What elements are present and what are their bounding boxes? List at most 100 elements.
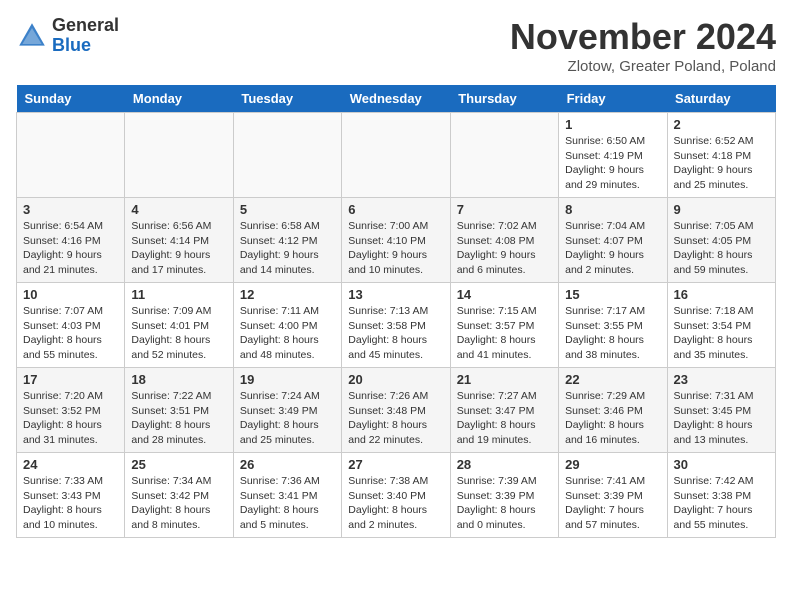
day-info: Sunrise: 7:07 AM Sunset: 4:03 PM Dayligh…: [23, 304, 118, 363]
day-info: Sunrise: 7:24 AM Sunset: 3:49 PM Dayligh…: [240, 389, 335, 448]
calendar-cell: 30 Sunrise: 7:42 AM Sunset: 3:38 PM Dayli…: [667, 453, 775, 538]
column-header-saturday: Saturday: [667, 85, 775, 113]
day-number: 18: [131, 372, 226, 387]
day-info: Sunrise: 6:50 AM Sunset: 4:19 PM Dayligh…: [565, 134, 660, 193]
day-info: Sunrise: 7:00 AM Sunset: 4:10 PM Dayligh…: [348, 219, 443, 278]
day-number: 9: [674, 202, 769, 217]
day-info: Sunrise: 7:29 AM Sunset: 3:46 PM Dayligh…: [565, 389, 660, 448]
column-header-wednesday: Wednesday: [342, 85, 450, 113]
day-info: Sunrise: 7:15 AM Sunset: 3:57 PM Dayligh…: [457, 304, 552, 363]
calendar-cell: 5 Sunrise: 6:58 AM Sunset: 4:12 PM Daylig…: [233, 198, 341, 283]
day-info: Sunrise: 7:04 AM Sunset: 4:07 PM Dayligh…: [565, 219, 660, 278]
day-info: Sunrise: 7:31 AM Sunset: 3:45 PM Dayligh…: [674, 389, 769, 448]
day-number: 29: [565, 457, 660, 472]
calendar-cell: [450, 113, 558, 198]
month-title: November 2024: [510, 16, 776, 58]
calendar-cell: [125, 113, 233, 198]
day-number: 5: [240, 202, 335, 217]
calendar-cell: 18 Sunrise: 7:22 AM Sunset: 3:51 PM Dayli…: [125, 368, 233, 453]
calendar-week-row: 10 Sunrise: 7:07 AM Sunset: 4:03 PM Dayli…: [17, 283, 776, 368]
day-number: 17: [23, 372, 118, 387]
day-info: Sunrise: 7:42 AM Sunset: 3:38 PM Dayligh…: [674, 474, 769, 533]
day-info: Sunrise: 7:11 AM Sunset: 4:00 PM Dayligh…: [240, 304, 335, 363]
calendar-cell: 6 Sunrise: 7:00 AM Sunset: 4:10 PM Daylig…: [342, 198, 450, 283]
day-number: 3: [23, 202, 118, 217]
logo-general-text: General: [52, 16, 119, 36]
day-number: 23: [674, 372, 769, 387]
day-info: Sunrise: 7:38 AM Sunset: 3:40 PM Dayligh…: [348, 474, 443, 533]
column-header-friday: Friday: [559, 85, 667, 113]
day-number: 10: [23, 287, 118, 302]
day-info: Sunrise: 7:13 AM Sunset: 3:58 PM Dayligh…: [348, 304, 443, 363]
day-info: Sunrise: 6:58 AM Sunset: 4:12 PM Dayligh…: [240, 219, 335, 278]
day-number: 22: [565, 372, 660, 387]
day-number: 11: [131, 287, 226, 302]
day-info: Sunrise: 7:33 AM Sunset: 3:43 PM Dayligh…: [23, 474, 118, 533]
day-number: 28: [457, 457, 552, 472]
calendar-cell: 16Sunrise: 7:18 AM Sunset: 3:54 PM Dayli…: [667, 283, 775, 368]
calendar-cell: 9 Sunrise: 7:05 AM Sunset: 4:05 PM Daylig…: [667, 198, 775, 283]
day-info: Sunrise: 7:05 AM Sunset: 4:05 PM Dayligh…: [674, 219, 769, 278]
calendar-cell: 29Sunrise: 7:41 AM Sunset: 3:39 PM Dayli…: [559, 453, 667, 538]
day-number: 24: [23, 457, 118, 472]
calendar-cell: 20 Sunrise: 7:26 AM Sunset: 3:48 PM Dayli…: [342, 368, 450, 453]
header: General Blue November 2024 Zlotow, Great…: [16, 16, 776, 75]
calendar-cell: 12 Sunrise: 7:11 AM Sunset: 4:00 PM Dayli…: [233, 283, 341, 368]
day-number: 14: [457, 287, 552, 302]
calendar-cell: 24 Sunrise: 7:33 AM Sunset: 3:43 PM Dayli…: [17, 453, 125, 538]
calendar-cell: 3 Sunrise: 6:54 AM Sunset: 4:16 PM Daylig…: [17, 198, 125, 283]
day-number: 16: [674, 287, 769, 302]
calendar-cell: 2Sunrise: 6:52 AM Sunset: 4:18 PM Daylig…: [667, 113, 775, 198]
day-info: Sunrise: 6:54 AM Sunset: 4:16 PM Dayligh…: [23, 219, 118, 278]
calendar-table: SundayMondayTuesdayWednesdayThursdayFrid…: [16, 85, 776, 538]
calendar-cell: 22 Sunrise: 7:29 AM Sunset: 3:46 PM Dayli…: [559, 368, 667, 453]
day-info: Sunrise: 7:39 AM Sunset: 3:39 PM Dayligh…: [457, 474, 552, 533]
logo-blue-text: Blue: [52, 36, 119, 56]
day-number: 2: [674, 117, 769, 132]
calendar-cell: 25Sunrise: 7:34 AM Sunset: 3:42 PM Dayli…: [125, 453, 233, 538]
calendar-cell: 11 Sunrise: 7:09 AM Sunset: 4:01 PM Dayli…: [125, 283, 233, 368]
day-number: 6: [348, 202, 443, 217]
calendar-cell: [342, 113, 450, 198]
calendar-cell: 28 Sunrise: 7:39 AM Sunset: 3:39 PM Dayli…: [450, 453, 558, 538]
day-number: 8: [565, 202, 660, 217]
day-info: Sunrise: 7:22 AM Sunset: 3:51 PM Dayligh…: [131, 389, 226, 448]
calendar-cell: [233, 113, 341, 198]
subtitle: Zlotow, Greater Poland, Poland: [510, 58, 776, 75]
day-info: Sunrise: 7:02 AM Sunset: 4:08 PM Dayligh…: [457, 219, 552, 278]
title-area: November 2024 Zlotow, Greater Poland, Po…: [510, 16, 776, 75]
calendar-cell: [17, 113, 125, 198]
calendar-cell: 4Sunrise: 6:56 AM Sunset: 4:14 PM Daylig…: [125, 198, 233, 283]
day-info: Sunrise: 6:56 AM Sunset: 4:14 PM Dayligh…: [131, 219, 226, 278]
calendar-header-row: SundayMondayTuesdayWednesdayThursdayFrid…: [17, 85, 776, 113]
calendar-cell: 8 Sunrise: 7:04 AM Sunset: 4:07 PM Daylig…: [559, 198, 667, 283]
calendar-week-row: 17 Sunrise: 7:20 AM Sunset: 3:52 PM Dayli…: [17, 368, 776, 453]
day-info: Sunrise: 7:09 AM Sunset: 4:01 PM Dayligh…: [131, 304, 226, 363]
day-number: 13: [348, 287, 443, 302]
day-number: 27: [348, 457, 443, 472]
day-info: Sunrise: 7:26 AM Sunset: 3:48 PM Dayligh…: [348, 389, 443, 448]
day-info: Sunrise: 7:34 AM Sunset: 3:42 PM Dayligh…: [131, 474, 226, 533]
day-number: 12: [240, 287, 335, 302]
calendar-cell: 1 Sunrise: 6:50 AM Sunset: 4:19 PM Daylig…: [559, 113, 667, 198]
column-header-monday: Monday: [125, 85, 233, 113]
calendar-cell: 14 Sunrise: 7:15 AM Sunset: 3:57 PM Dayli…: [450, 283, 558, 368]
column-header-sunday: Sunday: [17, 85, 125, 113]
day-number: 19: [240, 372, 335, 387]
calendar-cell: 26Sunrise: 7:36 AM Sunset: 3:41 PM Dayli…: [233, 453, 341, 538]
day-number: 30: [674, 457, 769, 472]
day-info: Sunrise: 7:20 AM Sunset: 3:52 PM Dayligh…: [23, 389, 118, 448]
day-number: 1: [565, 117, 660, 132]
logo: General Blue: [16, 16, 119, 56]
calendar-cell: 13 Sunrise: 7:13 AM Sunset: 3:58 PM Dayli…: [342, 283, 450, 368]
calendar-week-row: 1 Sunrise: 6:50 AM Sunset: 4:19 PM Daylig…: [17, 113, 776, 198]
calendar-cell: 27 Sunrise: 7:38 AM Sunset: 3:40 PM Dayli…: [342, 453, 450, 538]
calendar-week-row: 3 Sunrise: 6:54 AM Sunset: 4:16 PM Daylig…: [17, 198, 776, 283]
day-number: 20: [348, 372, 443, 387]
calendar-cell: 23 Sunrise: 7:31 AM Sunset: 3:45 PM Dayli…: [667, 368, 775, 453]
day-number: 7: [457, 202, 552, 217]
day-number: 15: [565, 287, 660, 302]
day-number: 21: [457, 372, 552, 387]
calendar-cell: 10 Sunrise: 7:07 AM Sunset: 4:03 PM Dayli…: [17, 283, 125, 368]
calendar-cell: 15Sunrise: 7:17 AM Sunset: 3:55 PM Dayli…: [559, 283, 667, 368]
